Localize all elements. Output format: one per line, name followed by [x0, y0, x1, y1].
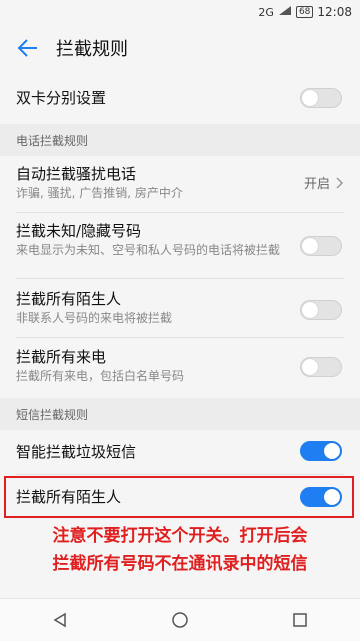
square-recents-icon	[293, 613, 307, 627]
arrow-left-icon	[18, 39, 37, 57]
block-strangers-calls-row[interactable]: 拦截所有陌生人 非联系人号码的来电将被拦截	[0, 279, 360, 337]
sms-rules-header: 短信拦截规则	[0, 398, 360, 430]
network-icon: 2G	[258, 5, 274, 19]
row-title: 拦截所有来电	[16, 348, 107, 366]
app-bar: 拦截规则	[0, 24, 360, 72]
warning-annotation: 注意不要打开这个开关。打开后会 拦截所有号码不在通讯录中的短信	[0, 522, 360, 578]
signal-icon	[278, 5, 292, 19]
status-time: 12:08	[317, 5, 352, 19]
status-bar: 2G 68 12:08	[0, 0, 360, 24]
row-subtitle: 拦截所有来电，包括白名单号码	[16, 369, 185, 383]
chevron-right-icon	[336, 176, 344, 189]
row-title: 智能拦截垃圾短信	[16, 443, 137, 461]
row-subtitle: 非联系人号码的来电将被拦截	[16, 311, 173, 325]
block-unknown-toggle[interactable]	[300, 236, 342, 256]
circle-home-icon	[172, 612, 188, 628]
annotation-line-1: 注意不要打开这个开关。打开后会	[52, 526, 308, 546]
block-all-calls-toggle[interactable]	[300, 357, 342, 377]
block-strangers-sms-toggle[interactable]	[300, 487, 342, 507]
nav-recents-button[interactable]	[280, 600, 320, 640]
battery-icon: 68	[295, 6, 314, 18]
annotation-line-2: 拦截所有号码不在通讯录中的短信	[52, 554, 308, 574]
dual-sim-row[interactable]: 双卡分别设置	[0, 72, 360, 124]
auto-block-value[interactable]: 开启	[304, 173, 344, 192]
row-subtitle: 诈骗, 骚扰, 广告推销, 房产中介	[16, 186, 183, 200]
row-title: 自动拦截骚扰电话	[16, 165, 137, 183]
smart-spam-sms-toggle[interactable]	[300, 441, 342, 461]
block-unknown-row[interactable]: 拦截未知/隐藏号码 来电显示为未知、空号和私人号码的电话将被拦截	[0, 213, 360, 278]
triangle-back-icon	[53, 612, 66, 628]
smart-spam-sms-row[interactable]: 智能拦截垃圾短信	[0, 430, 360, 474]
page-title: 拦截规则	[56, 39, 128, 60]
auto-block-status: 开启	[303, 177, 330, 192]
block-strangers-calls-toggle[interactable]	[300, 300, 342, 320]
call-rules-header: 电话拦截规则	[0, 124, 360, 156]
divider	[16, 474, 344, 475]
row-title: 拦截所有陌生人	[16, 290, 122, 308]
dual-sim-label: 双卡分别设置	[16, 89, 107, 107]
row-title: 拦截所有陌生人	[16, 488, 122, 506]
back-button[interactable]	[16, 36, 40, 60]
block-all-calls-row[interactable]: 拦截所有来电 拦截所有来电，包括白名单号码	[0, 338, 360, 394]
block-strangers-sms-row[interactable]: 拦截所有陌生人	[0, 478, 360, 516]
nav-back-button[interactable]	[40, 600, 80, 640]
dual-sim-toggle[interactable]	[300, 88, 342, 108]
navigation-bar	[0, 598, 360, 641]
row-title: 拦截未知/隐藏号码	[16, 222, 142, 240]
row-subtitle: 来电显示为未知、空号和私人号码的电话将被拦截	[16, 243, 281, 257]
auto-block-harassment-row[interactable]: 自动拦截骚扰电话 诈骗, 骚扰, 广告推销, 房产中介 开启	[0, 156, 360, 212]
nav-home-button[interactable]	[160, 600, 200, 640]
